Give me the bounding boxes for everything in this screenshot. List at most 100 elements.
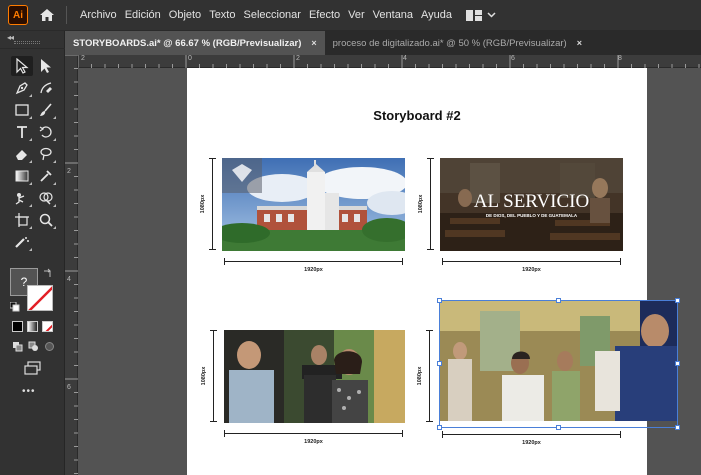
- puppet-warp-icon: [15, 193, 25, 205]
- height-label: 1080px: [201, 366, 207, 386]
- ruler-number: 6: [67, 384, 71, 391]
- rectangle-tool[interactable]: [11, 100, 33, 120]
- close-icon[interactable]: ×: [577, 38, 582, 48]
- menu-objeto[interactable]: Objeto: [165, 9, 205, 21]
- eyedropper-tool[interactable]: [35, 166, 57, 186]
- pen-tool[interactable]: [11, 78, 33, 98]
- screen-mode-icon: [24, 361, 41, 375]
- gradient-button[interactable]: [27, 321, 38, 332]
- none-button[interactable]: [42, 321, 53, 332]
- symbol-sprayer-icon: [15, 237, 29, 248]
- paintbrush-tool[interactable]: [35, 100, 57, 120]
- ruler-ticks: [65, 55, 78, 474]
- fill-stroke-widget: ?: [10, 268, 56, 314]
- church-exterior-photo: [222, 158, 405, 251]
- height-dimension-line: [426, 330, 433, 422]
- collapse-icon[interactable]: ◂◂: [7, 33, 14, 42]
- swap-fill-stroke-icon[interactable]: [43, 268, 53, 278]
- height-label: 1080px: [417, 366, 423, 386]
- menu-archivo[interactable]: Archivo: [76, 9, 121, 21]
- resize-handle-e[interactable]: [675, 361, 680, 366]
- width-dimension-line: [442, 431, 621, 438]
- resize-handle-s[interactable]: [556, 425, 561, 430]
- tab-storyboards[interactable]: STORYBOARDS.ai* @ 66.67 % (RGB/Previsual…: [65, 31, 325, 55]
- shape-builder-icon: [39, 192, 53, 205]
- toolbar-grip[interactable]: ◂◂: [0, 31, 65, 49]
- eraser-tool[interactable]: [11, 144, 33, 164]
- ruler-number: 2: [296, 55, 300, 62]
- zoom-tool[interactable]: [35, 210, 57, 230]
- canvas[interactable]: Storyboard #2 1920px 1080px AL SERVICIO …: [78, 68, 701, 475]
- shape-builder-tool[interactable]: [35, 188, 57, 208]
- ruler-number: 8: [618, 55, 622, 62]
- tab-proceso-digitalizado[interactable]: proceso de digitalizado.ai* @ 50 % (RGB/…: [325, 31, 590, 55]
- color-button[interactable]: [12, 321, 23, 332]
- lasso-tool[interactable]: [35, 144, 57, 164]
- overlay-title: AL SERVICIO: [473, 191, 590, 212]
- ruler-number: 6: [511, 55, 515, 62]
- width-label: 1920px: [522, 267, 541, 273]
- menu-ventana[interactable]: Ventana: [369, 9, 417, 21]
- draw-normal-icon[interactable]: [12, 341, 23, 352]
- rotate-tool[interactable]: [35, 122, 57, 142]
- chevron-down-icon: [487, 12, 496, 18]
- edit-toolbar-button[interactable]: •••: [22, 386, 36, 397]
- ruler-ticks: [78, 55, 700, 68]
- rotate-icon: [39, 126, 52, 138]
- ruler-number: 4: [403, 55, 407, 62]
- width-dimension-line: [224, 430, 403, 437]
- type-tool[interactable]: [11, 122, 33, 142]
- close-icon[interactable]: ×: [311, 38, 316, 48]
- stroke-swatch[interactable]: [27, 285, 53, 311]
- menu-texto[interactable]: Texto: [205, 9, 239, 21]
- resize-handle-se[interactable]: [675, 425, 680, 430]
- resize-handle-ne[interactable]: [675, 298, 680, 303]
- screen-mode-button[interactable]: [24, 361, 42, 380]
- none-stroke-icon: [28, 286, 52, 310]
- tab-label: proceso de digitalizado.ai* @ 50 % (RGB/…: [332, 37, 567, 49]
- tools-panel: ◂◂ ? •••: [0, 31, 65, 475]
- width-label: 1920px: [304, 439, 323, 445]
- default-fill-stroke-icon[interactable]: [10, 302, 20, 312]
- lasso-icon: [40, 147, 52, 161]
- selection-bounding-box[interactable]: [439, 300, 678, 428]
- draw-inside-icon[interactable]: [44, 341, 55, 352]
- ruler-number: 4: [67, 276, 71, 283]
- curvature-tool[interactable]: [35, 78, 57, 98]
- height-dimension-line: [210, 330, 217, 422]
- app-logo: Ai: [8, 5, 28, 25]
- horizontal-ruler[interactable]: 2 0 2 4 6 8: [78, 55, 701, 68]
- home-button[interactable]: [36, 4, 58, 26]
- workspace-switcher[interactable]: [466, 9, 496, 21]
- resize-handle-w[interactable]: [437, 361, 442, 366]
- menu-efecto[interactable]: Efecto: [305, 9, 344, 21]
- selection-icon: [16, 58, 29, 74]
- menu-ayuda[interactable]: Ayuda: [417, 9, 456, 21]
- artboard-icon: [15, 213, 29, 227]
- curvature-icon: [40, 82, 52, 94]
- vertical-ruler[interactable]: 2 4 6: [65, 55, 78, 475]
- height-dimension-line: [427, 158, 434, 250]
- resize-handle-sw[interactable]: [437, 425, 442, 430]
- storyboard-frame-2[interactable]: AL SERVICIO DE DIOS, DEL PUEBLO Y DE GUA…: [440, 158, 623, 251]
- selection-tool[interactable]: [11, 56, 33, 76]
- puppet-warp-tool[interactable]: [11, 188, 33, 208]
- direct-selection-tool[interactable]: [35, 56, 57, 76]
- resize-handle-n[interactable]: [556, 298, 561, 303]
- home-icon: [40, 9, 54, 21]
- drawing-modes-row: [12, 341, 55, 352]
- menu-edicion[interactable]: Edición: [121, 9, 165, 21]
- gradient-tool[interactable]: [11, 166, 33, 186]
- artboard-tool[interactable]: [11, 210, 33, 230]
- resize-handle-nw[interactable]: [437, 298, 442, 303]
- overlay-subtitle: DE DIOS, DEL PUEBLO Y DE GUATEMALA: [485, 213, 578, 218]
- menu-ver[interactable]: Ver: [344, 9, 369, 21]
- storyboard-frame-3[interactable]: [224, 330, 405, 423]
- height-label: 1080px: [200, 194, 206, 214]
- draw-behind-icon[interactable]: [28, 341, 39, 352]
- storyboard-frame-1[interactable]: [222, 158, 405, 251]
- artboard[interactable]: Storyboard #2 1920px 1080px AL SERVICIO …: [187, 68, 680, 475]
- color-mode-row: [12, 321, 53, 332]
- symbol-sprayer-tool[interactable]: [11, 232, 33, 252]
- menu-seleccionar[interactable]: Seleccionar: [239, 9, 304, 21]
